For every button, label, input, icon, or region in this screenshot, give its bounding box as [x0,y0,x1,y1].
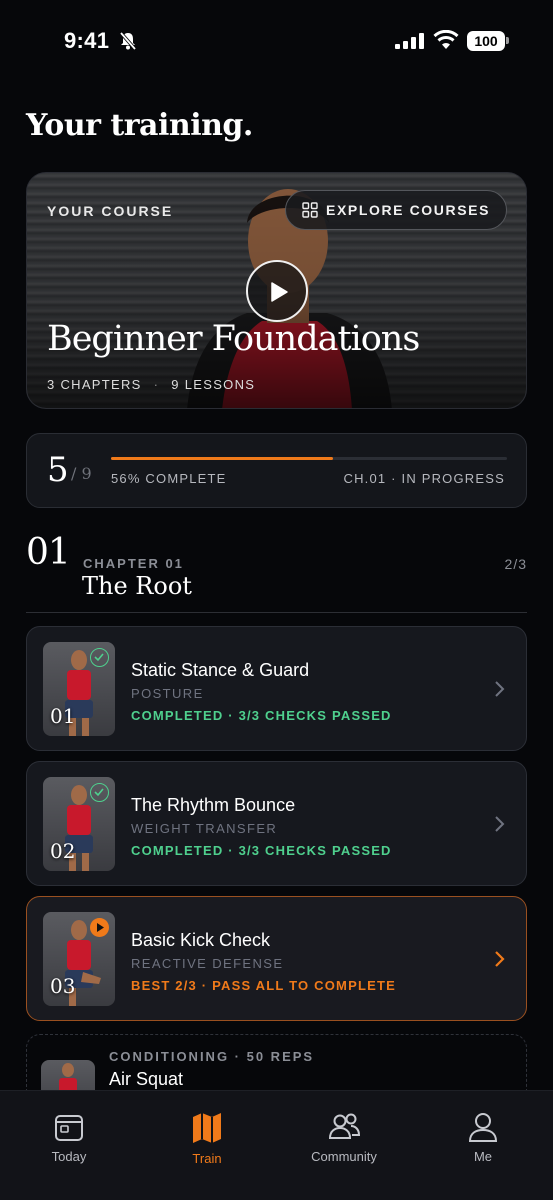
explore-courses-label: EXPLORE COURSES [326,202,491,218]
play-icon [271,282,288,302]
lesson-number: 01 [50,704,76,728]
course-progress-card: 5 / 9 56% COMPLETE CH.01 · IN PROGRESS [26,433,527,508]
lesson-thumbnail: 01 [43,642,115,736]
lesson-number: 03 [50,974,76,998]
lesson-subtitle: WEIGHT TRANSFER [131,821,278,836]
tab-train[interactable]: Train [157,1111,257,1166]
person-icon [468,1113,498,1142]
lesson-status: COMPLETED · 3/3 CHECKS PASSED [131,708,392,723]
lesson-title: The Rhythm Bounce [131,795,296,815]
course-hero-card[interactable]: YOUR COURSE EXPLORE COURSES Beginner Fou… [26,172,527,409]
lesson-number: 02 [50,839,76,863]
wifi-icon [433,30,459,49]
status-time: 9:41 [64,28,110,53]
lesson-subtitle: REACTIVE DEFENSE [131,956,284,971]
lesson-status: COMPLETED · 3/3 CHECKS PASSED [131,843,392,858]
tab-label: Train [192,1151,222,1166]
progress-status: CH.01 · IN PROGRESS [343,471,505,486]
tab-community[interactable]: Community [294,1111,394,1164]
progress-total: / 9 [71,464,92,483]
lesson-status: BEST 2/3 · PASS ALL TO COMPLETE [131,978,396,993]
chapter-number: 01 [26,532,71,573]
completed-check-icon [90,648,109,667]
course-label: YOUR COURSE [47,203,174,219]
chevron-right-icon [495,816,505,832]
battery-icon: 100 [467,30,509,52]
explore-courses-button[interactable]: EXPLORE COURSES [285,190,507,230]
grid-icon [302,202,318,218]
chapter-title: The Root [82,572,192,600]
lesson-card-active[interactable]: 03 Basic Kick Check REACTIVE DEFENSE BES… [26,896,527,1021]
lesson-thumbnail: 02 [43,777,115,871]
calendar-icon [55,1115,83,1141]
chevron-right-icon [495,681,505,697]
separator-dot: · [153,377,160,392]
people-icon [328,1113,361,1139]
completed-check-icon [90,783,109,802]
chapters-count: 3 CHAPTERS [47,377,142,392]
tab-label: Community [311,1149,377,1164]
chevron-right-icon [495,951,505,967]
in-progress-play-icon [90,918,109,937]
course-title: Beginner Foundations [47,319,420,359]
tab-label: Today [51,1149,87,1164]
lesson-card[interactable]: 01 Static Stance & Guard POSTURE COMPLET… [26,626,527,751]
conditioning-title: Air Squat [109,1069,184,1089]
divider [26,612,527,613]
tab-today[interactable]: Today [19,1111,119,1164]
progress-completed: 5 [47,450,69,490]
chapter-label: CHAPTER 01 [83,556,184,571]
course-meta: 3 CHAPTERS · 9 LESSONS [47,377,255,392]
map-icon [193,1113,221,1143]
tab-label: Me [473,1149,493,1164]
conditioning-label: CONDITIONING · 50 REPS [109,1049,315,1064]
battery-level: 100 [467,31,505,51]
lesson-title: Static Stance & Guard [131,660,310,680]
progress-percent: 56% COMPLETE [111,471,227,486]
progress-bar-fill [111,457,333,460]
lessons-count: 9 LESSONS [171,377,256,392]
lesson-subtitle: POSTURE [131,686,204,701]
tab-bar: Today Train Community Me [0,1090,553,1200]
lesson-thumbnail: 03 [43,912,115,1006]
lesson-card[interactable]: 02 The Rhythm Bounce WEIGHT TRANSFER COM… [26,761,527,886]
play-video-button[interactable] [246,260,308,322]
cellular-signal-icon [395,33,424,49]
chapter-progress-count: 2/3 [504,556,527,572]
tab-me[interactable]: Me [433,1111,533,1164]
bell-muted-icon [119,31,137,51]
progress-bar [111,457,507,460]
lesson-title: Basic Kick Check [131,930,271,950]
page-title: Your training. [26,108,253,143]
status-bar: 9:41 100 [0,0,553,84]
